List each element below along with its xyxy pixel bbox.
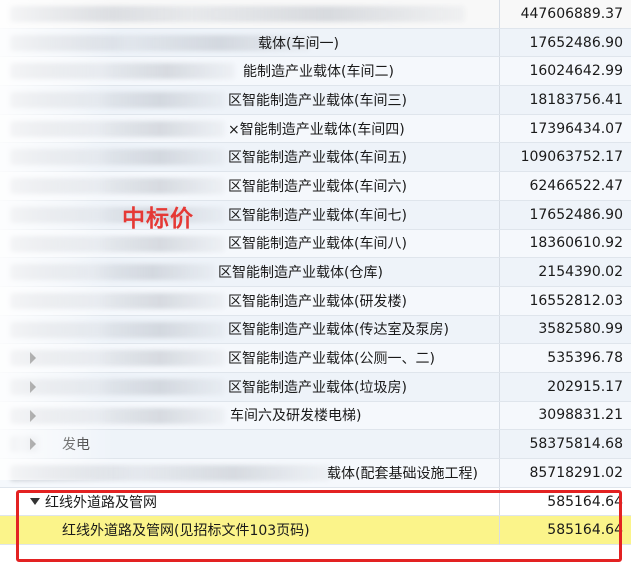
row-label: 区智能制造产业载体(车间三) <box>228 92 407 109</box>
collapse-arrow-icon[interactable] <box>30 497 40 505</box>
row-label: ×智能制造产业载体(车间四) <box>228 121 405 138</box>
amount-cell: 17396434.07 <box>529 120 623 137</box>
amount-cell: 585164.64 <box>547 493 623 510</box>
redacted-text <box>10 178 225 195</box>
amount-cell: 17652486.90 <box>529 206 623 223</box>
amount-cell: 17652486.90 <box>529 34 623 51</box>
amount-cell: 85718291.02 <box>529 464 623 481</box>
name-cell: 区智能制造产业载体(车间六) <box>0 172 500 200</box>
row-label: 载体(车间一) <box>258 35 339 52</box>
row-label: 区智能制造产业载体(车间六) <box>228 178 407 195</box>
name-cell: 红线外道路及管网(见招标文件103页码) <box>0 516 500 545</box>
tree-group-row[interactable]: 红线外道路及管网 585164.64 <box>0 487 631 517</box>
name-cell: 区智能制造产业载体(车间八) <box>0 229 500 258</box>
name-cell: ×智能制造产业载体(车间四) <box>0 114 500 143</box>
tree-row[interactable]: 能制造产业载体(车间二) 16024642.99 <box>0 57 631 87</box>
amount-cell: 447606889.37 <box>520 5 623 22</box>
redacted-text <box>10 120 225 137</box>
tree-row[interactable]: 区智能制造产业载体(传达室及泵房) 3582580.99 <box>0 315 631 345</box>
redacted-text <box>10 63 235 80</box>
redacted-text <box>10 378 225 395</box>
name-cell: 区智能制造产业载体(车间三) <box>0 86 500 114</box>
row-label: 区智能制造产业载体(车间五) <box>228 150 407 167</box>
tree-row[interactable]: 区智能制造产业载体(公厕一、二) 535396.78 <box>0 344 631 373</box>
tree-row[interactable]: 区智能制造产业载体(车间六) 62466522.47 <box>0 172 631 201</box>
row-label: 区智能制造产业载体(车间八) <box>228 236 407 253</box>
amount-cell: 58375814.68 <box>529 436 623 453</box>
name-cell: 区智能制造产业载体(传达室及泵房) <box>0 315 500 344</box>
tree-row[interactable]: 区智能制造产业载体(车间三) 18183756.41 <box>0 86 631 115</box>
expand-arrow-icon[interactable] <box>30 352 36 365</box>
tree-leaf-row[interactable]: 红线外道路及管网(见招标文件103页码) 585164.64 <box>0 516 631 546</box>
name-cell: 区智能制造产业载体(车间五) <box>0 143 500 172</box>
tree-row[interactable]: 447606889.37 <box>0 0 631 29</box>
row-label: 区智能制造产业载体(公厕一、二) <box>228 351 435 368</box>
tree-row[interactable]: 区智能制造产业载体(车间五) 109063752.17 <box>0 143 631 173</box>
amount-cell: 18183756.41 <box>529 91 623 108</box>
amount-cell: 62466522.47 <box>529 177 623 194</box>
redacted-text <box>10 350 225 367</box>
redacted-text <box>10 6 465 22</box>
amount-cell: 3582580.99 <box>538 321 623 338</box>
tree-row[interactable]: 载体(配套基础设施工程) 85718291.02 <box>0 459 631 488</box>
bid-price-annotation: 中标价 <box>122 206 194 232</box>
redacted-text <box>10 235 225 252</box>
amount-cell: 16024642.99 <box>529 63 623 80</box>
tree-row[interactable]: ×智能制造产业载体(车间四) 17396434.07 <box>0 114 631 144</box>
tree-row[interactable]: 区智能制造产业载体(仓库) 2154390.02 <box>0 258 631 287</box>
name-cell: 区智能制造产业载体(仓库) <box>0 258 500 286</box>
redacted-text <box>10 149 225 166</box>
amount-cell: 16552812.03 <box>529 292 623 309</box>
name-cell: 区智能制造产业载体(研发楼) <box>0 286 500 315</box>
amount-cell: 18360610.92 <box>529 235 623 252</box>
row-label: 载体(配套基础设施工程) <box>327 465 478 482</box>
name-cell: 区智能制造产业载体(垃圾房) <box>0 372 500 401</box>
expand-arrow-icon[interactable] <box>30 438 36 451</box>
name-cell <box>0 0 500 28</box>
amount-cell: 109063752.17 <box>520 149 623 166</box>
amount-cell: 2154390.02 <box>538 264 623 281</box>
redacted-text <box>10 292 225 309</box>
row-label: 区智能制造产业载体(垃圾房) <box>228 379 407 396</box>
tree-row[interactable]: 区智能制造产业载体(车间七) 17652486.90 <box>0 200 631 230</box>
row-label: 能制造产业载体(车间二) <box>243 64 394 81</box>
tree-row[interactable]: 区智能制造产业载体(车间八) 18360610.92 <box>0 229 631 259</box>
row-label: 区智能制造产业载体(研发楼) <box>228 293 407 310</box>
name-cell: 载体(配套基础设施工程) <box>0 459 500 487</box>
name-cell: 载体(车间一) <box>0 28 500 57</box>
name-cell: 车间六及研发楼电梯) <box>0 401 500 430</box>
expand-arrow-icon[interactable] <box>30 380 36 393</box>
tree-row[interactable]: 发电 58375814.68 <box>0 430 631 459</box>
tree-row[interactable]: 车间六及研发楼电梯) 3098831.21 <box>0 401 631 431</box>
redacted-text <box>10 92 225 109</box>
name-cell: 红线外道路及管网 <box>0 487 500 516</box>
redacted-text <box>10 264 215 281</box>
name-cell: 区智能制造产业载体(公厕一、二) <box>0 344 500 372</box>
redacted-text <box>10 407 225 424</box>
tree-row[interactable]: 区智能制造产业载体(研发楼) 16552812.03 <box>0 286 631 316</box>
tree-row[interactable]: 区智能制造产业载体(垃圾房) 202915.17 <box>0 372 631 402</box>
redacted-text <box>10 465 330 481</box>
amount-cell: 585164.64 <box>547 522 623 539</box>
row-label: 车间六及研发楼电梯) <box>230 408 362 425</box>
row-label: 区智能制造产业载体(车间七) <box>228 207 407 224</box>
row-label: 发电 <box>62 437 90 454</box>
expand-arrow-icon[interactable] <box>30 409 36 422</box>
amount-cell: 202915.17 <box>547 378 623 395</box>
amount-cell: 3098831.21 <box>538 407 623 424</box>
row-label: 区智能制造产业载体(仓库) <box>218 265 383 282</box>
row-label: 红线外道路及管网 <box>45 494 157 511</box>
redacted-text <box>10 321 225 338</box>
tree-row[interactable]: 载体(车间一) 17652486.90 <box>0 28 631 58</box>
name-cell: 区智能制造产业载体(车间七) <box>0 200 500 229</box>
cost-tree-grid: 447606889.37 载体(车间一) 17652486.90 能制造产业载体(车间… <box>0 0 631 546</box>
row-label: 区智能制造产业载体(传达室及泵房) <box>228 322 449 339</box>
row-label: 红线外道路及管网(见招标文件103页码) <box>62 523 310 540</box>
name-cell: 能制造产业载体(车间二) <box>0 57 500 86</box>
amount-cell: 535396.78 <box>547 350 623 367</box>
name-cell: 发电 <box>0 430 500 458</box>
